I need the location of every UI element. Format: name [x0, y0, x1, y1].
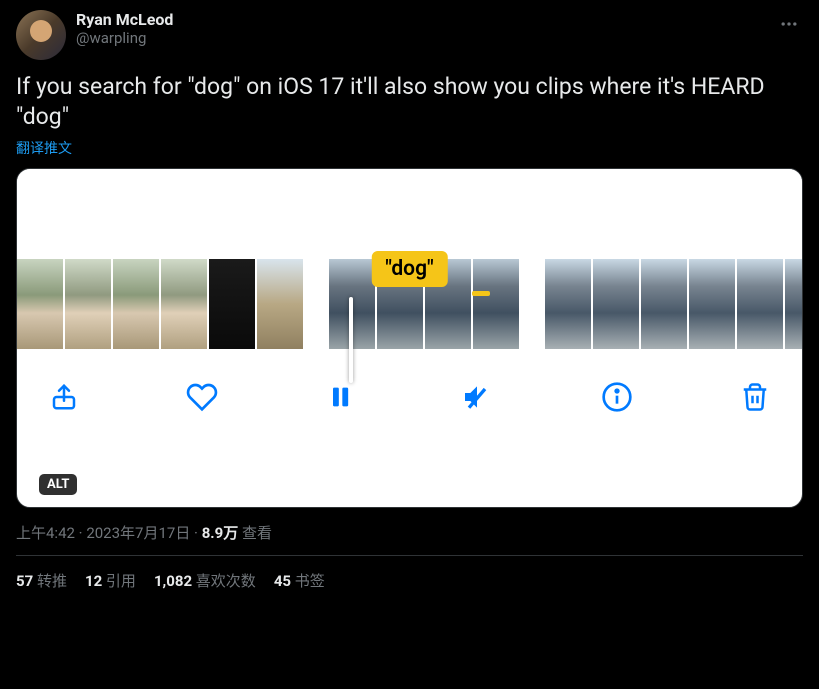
tweet-date: 2023年7月17日: [86, 524, 190, 542]
pause-icon[interactable]: [326, 383, 354, 411]
views-label: 查看: [242, 524, 272, 542]
retweets-count: 57: [16, 572, 33, 590]
video-thumb: [161, 259, 207, 349]
video-thumb: [641, 259, 687, 349]
tweet-meta[interactable]: 上午4:42 · 2023年7月17日 · 8.9万 查看: [16, 522, 803, 556]
video-thumb: [65, 259, 111, 349]
playhead-marker: [472, 291, 490, 296]
video-thumb: [257, 259, 303, 349]
display-name[interactable]: Ryan McLeod: [76, 10, 765, 29]
quotes-stat[interactable]: 12 引用: [85, 570, 136, 591]
quotes-label: 引用: [106, 572, 136, 590]
username[interactable]: @warpling: [76, 29, 765, 47]
video-thumb: [689, 259, 735, 349]
bookmarks-label: 书签: [295, 572, 325, 590]
quotes-count: 12: [85, 572, 102, 590]
video-thumb: [737, 259, 783, 349]
video-clip-group[interactable]: [545, 259, 802, 349]
likes-stat[interactable]: 1,082 喜欢次数: [154, 570, 256, 591]
video-thumb: [593, 259, 639, 349]
trash-icon[interactable]: [740, 382, 770, 412]
media-card[interactable]: "dog": [16, 168, 803, 508]
alt-badge[interactable]: ALT: [39, 474, 77, 495]
video-thumb: [785, 259, 802, 349]
tweet-text: If you search for "dog" on iOS 17 it'll …: [16, 72, 803, 132]
views-count: 8.9万: [202, 524, 239, 542]
video-thumb: [17, 259, 63, 349]
bookmarks-stat[interactable]: 45 书签: [274, 570, 325, 591]
heart-icon[interactable]: [186, 381, 218, 413]
video-thumb: [545, 259, 591, 349]
mute-icon[interactable]: [461, 381, 493, 413]
likes-count: 1,082: [154, 572, 192, 590]
likes-label: 喜欢次数: [196, 572, 256, 590]
retweets-stat[interactable]: 57 转推: [16, 570, 67, 591]
video-thumb: [113, 259, 159, 349]
video-clip-group[interactable]: [17, 259, 303, 349]
playhead-line[interactable]: [349, 297, 353, 383]
avatar[interactable]: [16, 10, 66, 60]
bookmarks-count: 45: [274, 572, 291, 590]
caption-bubble: "dog": [371, 251, 447, 287]
info-icon[interactable]: [601, 381, 633, 413]
video-thumb: [209, 259, 255, 349]
share-icon[interactable]: [49, 382, 79, 412]
tweet-time: 上午4:42: [16, 524, 75, 542]
more-icon[interactable]: [775, 10, 803, 42]
video-thumb: [473, 259, 519, 349]
retweets-label: 转推: [37, 572, 67, 590]
translate-link[interactable]: 翻译推文: [16, 138, 72, 158]
